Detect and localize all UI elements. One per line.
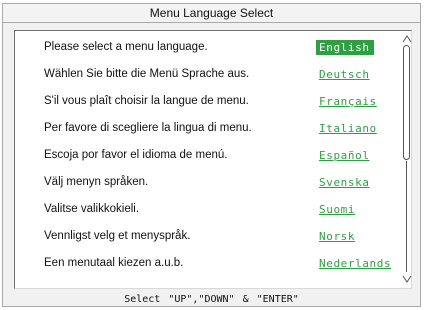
language-prompt: Een menutaal kiezen a.u.b. xyxy=(44,257,184,269)
language-select-window: Menu Language Select Please select a men… xyxy=(2,3,421,307)
scroll-up-arrow-icon[interactable] xyxy=(402,34,412,44)
scroll-down-arrow-icon[interactable] xyxy=(402,274,412,284)
language-option-italiano[interactable]: Italiano xyxy=(316,121,381,136)
language-row-norsk[interactable]: Vennligst velg et menyspråk. Norsk xyxy=(15,226,401,250)
language-option-english[interactable]: English xyxy=(316,40,374,55)
language-row-espanol[interactable]: Escoja por favor el idioma de menú. Espa… xyxy=(15,145,401,169)
window-title: Menu Language Select xyxy=(3,4,420,23)
language-option-deutsch[interactable]: Deutsch xyxy=(316,67,374,82)
language-option-espanol[interactable]: Español xyxy=(316,148,374,163)
language-row-italiano[interactable]: Per favore di scegliere la lingua di men… xyxy=(15,118,401,142)
language-prompt: Per favore di scegliere la lingua di men… xyxy=(44,122,252,134)
scrollbar-thumb[interactable] xyxy=(403,45,410,160)
language-prompt: S'il vous plaît choisir la langue de men… xyxy=(44,95,249,107)
language-option-norsk[interactable]: Norsk xyxy=(316,229,359,244)
language-prompt: Wählen Sie bitte die Menü Sprache aus. xyxy=(44,68,250,80)
scrollbar-track[interactable] xyxy=(406,161,407,272)
language-option-francais[interactable]: Français xyxy=(316,94,381,109)
language-row-suomi[interactable]: Valitse valikkokieli. Suomi xyxy=(15,199,401,223)
language-list: Please select a menu language. English W… xyxy=(14,30,412,289)
language-option-nederlands[interactable]: Nederlands xyxy=(316,256,395,271)
language-row-nederlands[interactable]: Een menutaal kiezen a.u.b. Nederlands xyxy=(15,253,401,277)
language-row-svenska[interactable]: Välj menyn språken. Svenska xyxy=(15,172,401,196)
footer-hint: Select "UP","DOWN" & "ENTER" xyxy=(124,294,299,305)
language-row-english[interactable]: Please select a menu language. English xyxy=(15,37,401,61)
language-prompt: Välj menyn språken. xyxy=(44,176,149,188)
language-row-francais[interactable]: S'il vous plaît choisir la langue de men… xyxy=(15,91,401,115)
language-row-deutsch[interactable]: Wählen Sie bitte die Menü Sprache aus. D… xyxy=(15,64,401,88)
language-prompt: Escoja por favor el idioma de menú. xyxy=(44,149,228,161)
language-option-svenska[interactable]: Svenska xyxy=(316,175,374,190)
language-prompt: Valitse valikkokieli. xyxy=(44,203,140,215)
language-prompt: Please select a menu language. xyxy=(44,41,208,53)
language-prompt: Vennligst velg et menyspråk. xyxy=(44,230,191,242)
language-option-suomi[interactable]: Suomi xyxy=(316,202,359,217)
